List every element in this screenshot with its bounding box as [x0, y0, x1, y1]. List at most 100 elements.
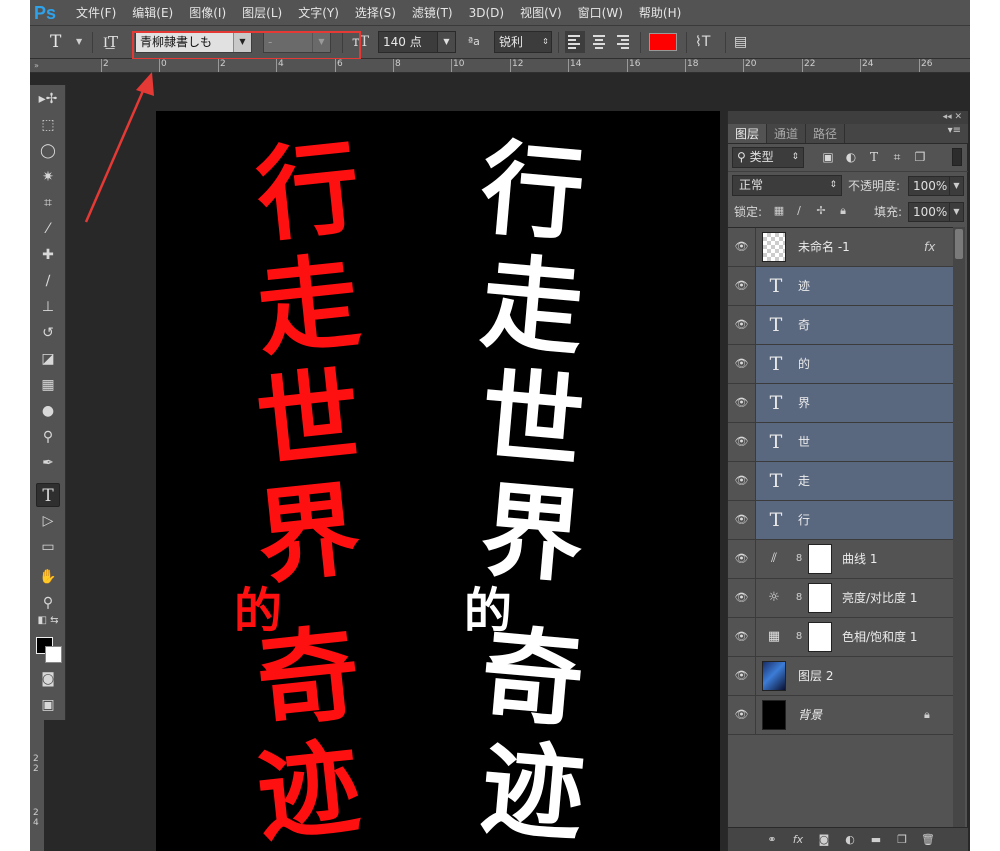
layer-row[interactable]: 👁︎ 背景 🔒︎ [728, 696, 953, 735]
eye-icon[interactable]: 👁︎ [728, 345, 756, 383]
add-style-icon[interactable]: fx [790, 832, 806, 848]
eye-icon[interactable]: 👁︎ [728, 501, 756, 539]
rectangle-tool-icon[interactable]: ▭ [36, 535, 60, 559]
layer-row[interactable]: 👁︎ T 行 [728, 501, 953, 540]
new-adjustment-icon[interactable]: ◐ [842, 832, 858, 848]
menu-image[interactable]: 图像(I) [181, 0, 234, 26]
layer-list-scrollbar[interactable] [953, 227, 965, 827]
brush-tool-icon[interactable]: ∕ [36, 269, 60, 293]
eye-icon[interactable]: 👁︎ [728, 579, 756, 617]
delete-layer-icon[interactable]: 🗑︎ [920, 832, 936, 848]
link-layers-icon[interactable]: ⚭ [764, 832, 780, 848]
pen-tool-icon[interactable]: ✒ [36, 451, 60, 475]
lock-transparent-icon[interactable]: ▦ [772, 203, 786, 219]
add-mask-icon[interactable]: ◙ [816, 832, 832, 848]
layer-row[interactable]: 👁︎ ⫽ 8 曲线 1 [728, 540, 953, 579]
menu-file[interactable]: 文件(F) [68, 0, 124, 26]
path-selection-tool-icon[interactable]: ▷ [36, 509, 60, 533]
eye-icon[interactable]: 👁︎ [728, 267, 756, 305]
text-orientation-icon[interactable]: I͟T [103, 31, 123, 53]
link-icon[interactable]: 8 [794, 550, 804, 568]
menu-filter[interactable]: 滤镜(T) [404, 0, 461, 26]
text-color-swatch[interactable] [649, 33, 677, 51]
type-tool-icon[interactable]: T [36, 483, 60, 507]
healing-brush-tool-icon[interactable]: ✚ [36, 243, 60, 267]
layer-row[interactable]: 👁︎ ☼ 8 亮度/对比度 1 [728, 579, 953, 618]
eye-icon[interactable]: 👁︎ [728, 657, 756, 695]
layer-row[interactable]: 👁︎ 未命名 -1 fx [728, 228, 953, 267]
layer-row[interactable]: 👁︎ T 世 [728, 423, 953, 462]
tab-paths[interactable]: 路径 [806, 124, 846, 143]
layer-row[interactable]: 👁︎ 图层 2 [728, 657, 953, 696]
filter-smart-object-icon[interactable]: ❐ [912, 148, 928, 166]
hand-tool-icon[interactable]: ✋ [36, 565, 60, 589]
menu-edit[interactable]: 编辑(E) [124, 0, 181, 26]
opacity-field[interactable]: 100% ▼ [908, 176, 964, 196]
align-left-icon[interactable] [565, 31, 585, 53]
menu-3d[interactable]: 3D(D) [461, 0, 512, 26]
filter-pixel-icon[interactable]: ▣ [820, 148, 836, 166]
blur-tool-icon[interactable]: ● [36, 399, 60, 423]
layer-row[interactable]: 👁︎ T 界 [728, 384, 953, 423]
swap-colors-icon[interactable]: ◧ ⇆ [36, 613, 60, 629]
scrollbar-thumb[interactable] [955, 229, 963, 259]
menu-select[interactable]: 选择(S) [347, 0, 404, 26]
move-tool-icon[interactable]: ▸✢ [36, 87, 60, 111]
tab-layers[interactable]: 图层 [728, 124, 768, 143]
menu-view[interactable]: 视图(V) [512, 0, 570, 26]
eye-icon[interactable]: 👁︎ [728, 618, 756, 656]
document-canvas[interactable]: 行 走 世 界 的 奇 迹 行 走 世 界 的 奇 迹 [156, 111, 720, 851]
lock-all-icon[interactable]: 🔒︎ [836, 203, 850, 219]
tab-channels[interactable]: 通道 [767, 124, 807, 143]
magic-wand-tool-icon[interactable]: ✷ [36, 165, 60, 189]
eye-icon[interactable]: 👁︎ [728, 540, 756, 578]
gradient-tool-icon[interactable]: ▦ [36, 373, 60, 397]
align-right-icon[interactable] [614, 31, 634, 53]
eye-icon[interactable]: 👁︎ [728, 423, 756, 461]
eyedropper-tool-icon[interactable]: ⁄ [36, 217, 60, 241]
layer-row[interactable]: 👁︎ T 的 [728, 345, 953, 384]
align-center-icon[interactable] [590, 31, 610, 53]
character-panel-icon[interactable]: ▤ [734, 31, 754, 53]
filter-toggle[interactable] [952, 148, 962, 166]
menu-help[interactable]: 帮助(H) [631, 0, 689, 26]
lock-position-icon[interactable]: ✢ [814, 203, 828, 219]
tool-preset-dropdown-icon[interactable]: ▼ [76, 31, 86, 53]
panel-menu-icon[interactable]: ▾≡ [948, 125, 961, 136]
marquee-tool-icon[interactable]: ⬚ [36, 113, 60, 137]
zoom-tool-icon[interactable]: ⚲ [36, 591, 60, 615]
filter-shape-icon[interactable]: ⌗ [889, 148, 905, 166]
layer-row[interactable]: 👁︎ T 走 [728, 462, 953, 501]
background-color-swatch[interactable] [45, 646, 62, 663]
font-size-select[interactable]: 140 点 ▼ [378, 31, 456, 53]
fx-icon[interactable]: fx [924, 228, 935, 266]
dodge-tool-icon[interactable]: ⚲ [36, 425, 60, 449]
warp-text-icon[interactable]: ⌇T [695, 31, 717, 53]
lasso-tool-icon[interactable]: ◯ [36, 139, 60, 163]
screen-mode-icon[interactable]: ▣ [36, 693, 60, 717]
menu-type[interactable]: 文字(Y) [290, 0, 347, 26]
new-group-icon[interactable]: ▬ [868, 832, 884, 848]
eraser-tool-icon[interactable]: ◪ [36, 347, 60, 371]
history-brush-tool-icon[interactable]: ↺ [36, 321, 60, 345]
menu-window[interactable]: 窗口(W) [570, 0, 631, 26]
layer-row[interactable]: 👁︎ T 迹 [728, 267, 953, 306]
quick-mask-icon[interactable]: ◙ [36, 667, 60, 691]
layer-row[interactable]: 👁︎ ▦ 8 色相/饱和度 1 [728, 618, 953, 657]
eye-icon[interactable]: 👁︎ [728, 306, 756, 344]
font-family-select[interactable]: 青柳隷書しも ▼ [135, 31, 252, 53]
link-icon[interactable]: 8 [794, 589, 804, 607]
fill-field[interactable]: 100% ▼ [908, 202, 964, 222]
panel-collapse-bar[interactable]: ◂◂ ✕ [728, 111, 968, 124]
eye-icon[interactable]: 👁︎ [728, 462, 756, 500]
type-tool-icon[interactable]: T [50, 31, 72, 53]
eye-icon[interactable]: 👁︎ [728, 696, 756, 734]
blend-mode-select[interactable]: 正常 ⇕ [732, 175, 842, 196]
eye-icon[interactable]: 👁︎ [728, 384, 756, 422]
menu-layer[interactable]: 图层(L) [234, 0, 290, 26]
font-style-select[interactable]: - ▼ [263, 31, 331, 53]
layer-row[interactable]: 👁︎ T 奇 [728, 306, 953, 345]
filter-type-icon[interactable]: T [866, 148, 882, 166]
layer-filter-select[interactable]: ⚲ 类型 ⇕ [732, 147, 804, 168]
new-layer-icon[interactable]: ❐ [894, 832, 910, 848]
